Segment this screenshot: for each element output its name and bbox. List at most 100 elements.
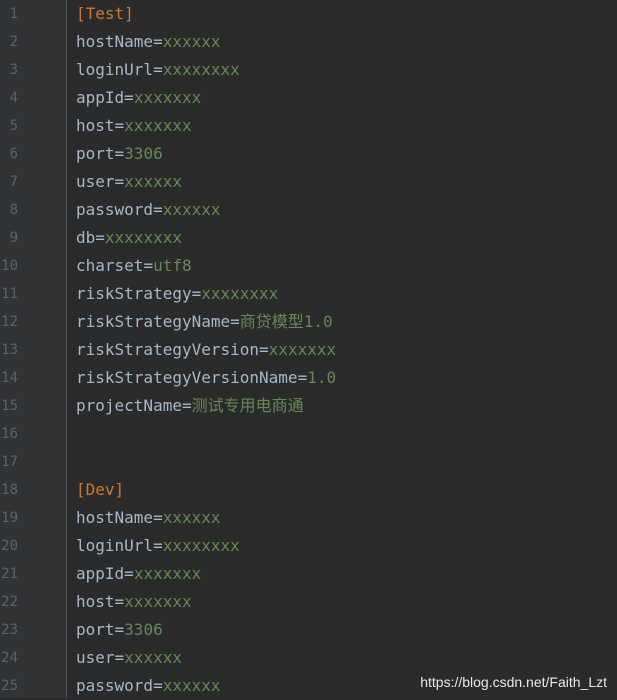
equals-sign: = — [114, 172, 125, 191]
config-value: xxxxxx — [162, 508, 221, 527]
code-line[interactable]: 10 charset=utf8 — [0, 252, 617, 280]
line-content: hostName=xxxxxx — [76, 504, 221, 532]
equals-sign: = — [153, 200, 163, 219]
line-content: user=xxxxxx — [76, 644, 182, 672]
code-line[interactable]: 14 riskStrategyVersionName=1.0 — [0, 364, 617, 392]
code-line[interactable]: 17 — [0, 448, 617, 476]
line-content: loginUrl=xxxxxxxx — [76, 532, 240, 560]
config-value: xxxxxxx — [133, 88, 202, 107]
code-line[interactable]: 24 user=xxxxxx — [0, 644, 617, 672]
code-line[interactable]: 12 riskStrategyName=商贷模型1.0 — [0, 308, 617, 336]
code-line[interactable]: 7 user=xxxxxx — [0, 168, 617, 196]
config-value: 3306 — [124, 144, 163, 163]
code-line[interactable]: 19 hostName=xxxxxx — [0, 504, 617, 532]
equals-sign: = — [259, 340, 269, 359]
line-number: 9 — [9, 230, 18, 246]
code-line[interactable]: 9 db=xxxxxxxx — [0, 224, 617, 252]
config-value: xxxxxx — [124, 172, 182, 191]
code-line[interactable]: 22 host=xxxxxxx — [0, 588, 617, 616]
config-value: xxxxxxxx — [104, 228, 182, 247]
line-content: projectName=测试专用电商通 — [76, 392, 304, 420]
config-key: projectName — [76, 396, 182, 415]
config-value: xxxxxx — [162, 676, 221, 695]
equals-sign: = — [143, 256, 154, 275]
code-line[interactable]: 1 [Test] — [0, 0, 617, 28]
line-content: password=xxxxxx — [76, 672, 221, 700]
equals-sign: = — [114, 116, 125, 135]
line-number: 12 — [1, 314, 18, 330]
config-key: appId — [76, 88, 125, 107]
config-value: 3306 — [124, 620, 163, 639]
equals-sign: = — [124, 564, 134, 583]
equals-sign: = — [153, 508, 163, 527]
code-line[interactable]: 23 port=3306 — [0, 616, 617, 644]
equals-sign: = — [114, 620, 125, 639]
equals-sign: = — [297, 368, 308, 387]
config-value: xxxxxxx — [133, 564, 202, 583]
code-line[interactable]: 11 riskStrategy=xxxxxxxx — [0, 280, 617, 308]
line-number: 13 — [1, 342, 18, 358]
config-key: appId — [76, 564, 125, 583]
code-line[interactable]: 3 loginUrl=xxxxxxxx — [0, 56, 617, 84]
line-number: 10 — [1, 258, 18, 274]
line-number: 19 — [1, 510, 18, 526]
line-number: 25 — [1, 678, 18, 694]
equals-sign: = — [191, 284, 202, 303]
config-key: user — [76, 172, 115, 191]
config-value: xxxxxx — [124, 648, 182, 667]
section-header: [Dev] — [76, 480, 125, 499]
line-number: 22 — [1, 594, 18, 610]
config-value: xxxxxxx — [124, 592, 192, 611]
code-line[interactable]: 8 password=xxxxxx — [0, 196, 617, 224]
code-line[interactable]: 6 port=3306 — [0, 140, 617, 168]
code-line[interactable]: 13 riskStrategyVersion=xxxxxxx — [0, 336, 617, 364]
line-content: riskStrategyVersionName=1.0 — [76, 364, 336, 392]
code-line[interactable]: 20 loginUrl=xxxxxxxx — [0, 532, 617, 560]
code-line[interactable]: 2 hostName=xxxxxx — [0, 28, 617, 56]
code-line[interactable]: 16 — [0, 420, 617, 448]
code-line[interactable]: 15 projectName=测试专用电商通 — [0, 392, 617, 420]
config-key: port — [76, 620, 115, 639]
config-key: port — [76, 144, 115, 163]
config-value: xxxxxxxx — [162, 60, 240, 79]
equals-sign: = — [230, 312, 240, 331]
equals-sign: = — [153, 536, 163, 555]
equals-sign: = — [114, 144, 125, 163]
equals-sign: = — [181, 396, 192, 415]
line-number: 23 — [1, 622, 18, 638]
line-content: password=xxxxxx — [76, 196, 221, 224]
config-value: xxxxxxx — [268, 340, 337, 359]
equals-sign: = — [124, 88, 134, 107]
config-key: riskStrategyName — [76, 312, 231, 331]
code-line[interactable]: 21 appId=xxxxxxx — [0, 560, 617, 588]
line-content: port=3306 — [76, 140, 163, 168]
line-content: user=xxxxxx — [76, 168, 182, 196]
line-content: charset=utf8 — [76, 252, 192, 280]
line-number: 14 — [1, 370, 18, 386]
config-key: db — [76, 228, 96, 247]
config-key: loginUrl — [76, 536, 154, 555]
line-number: 20 — [1, 538, 18, 554]
line-number: 24 — [1, 650, 18, 666]
line-number: 8 — [9, 202, 18, 218]
config-key: hostName — [76, 508, 154, 527]
line-content: riskStrategy=xxxxxxxx — [76, 280, 278, 308]
config-value: 1.0 — [307, 368, 337, 387]
config-key: riskStrategyVersion — [76, 340, 260, 359]
config-key: riskStrategy — [76, 284, 192, 303]
config-key: charset — [76, 256, 144, 275]
line-number: 18 — [1, 482, 18, 498]
line-content: hostName=xxxxxx — [76, 28, 221, 56]
code-line[interactable]: 4 appId=xxxxxxx — [0, 84, 617, 112]
config-value: 商贷模型1.0 — [239, 312, 333, 331]
line-number: 6 — [9, 146, 18, 162]
line-content: port=3306 — [76, 616, 163, 644]
code-line[interactable]: 18 [Dev] — [0, 476, 617, 504]
line-content: loginUrl=xxxxxxxx — [76, 56, 240, 84]
code-editor[interactable]: 1 [Test] 2 hostName=xxxxxx 3 loginUrl=xxxxxxx… — [0, 0, 617, 698]
line-number: 1 — [9, 6, 18, 22]
line-content: riskStrategyVersion=xxxxxxx — [76, 336, 336, 364]
code-line[interactable]: 5 host=xxxxxxx — [0, 112, 617, 140]
line-content: riskStrategyName=商贷模型1.0 — [76, 308, 333, 336]
line-content: [Dev] — [76, 476, 124, 504]
